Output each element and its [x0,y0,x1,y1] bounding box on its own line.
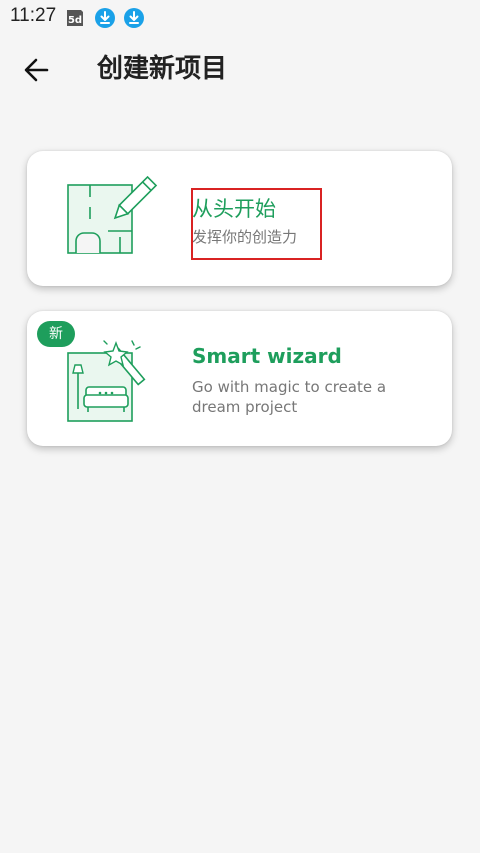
5d-icon: 5d [67,10,83,26]
new-badge: 新 [37,321,75,347]
floorplan-pencil-icon [67,175,158,254]
card-title: Smart wizard [192,344,342,368]
status-bar: 11:27 5d [0,0,480,34]
app-bar: 创建新项目 [0,34,480,106]
download-icon [95,8,115,28]
status-time: 11:27 [10,5,57,26]
smart-wizard-card[interactable]: 新 Smart wizard Go with magic to create a… [27,311,452,446]
magic-wand-room-icon [67,340,146,422]
download-icon [124,8,144,28]
arrow-left-icon [24,58,49,82]
card-subtitle: 发挥你的创造力 [192,228,298,246]
svg-text:5d: 5d [68,15,82,26]
back-button[interactable] [14,48,60,92]
start-from-scratch-card[interactable]: 从头开始 发挥你的创造力 [27,151,452,286]
card-title: 从头开始 [192,197,276,221]
page-title: 创建新项目 [97,54,228,84]
card-subtitle: Go with magic to create a dream project [192,378,387,416]
